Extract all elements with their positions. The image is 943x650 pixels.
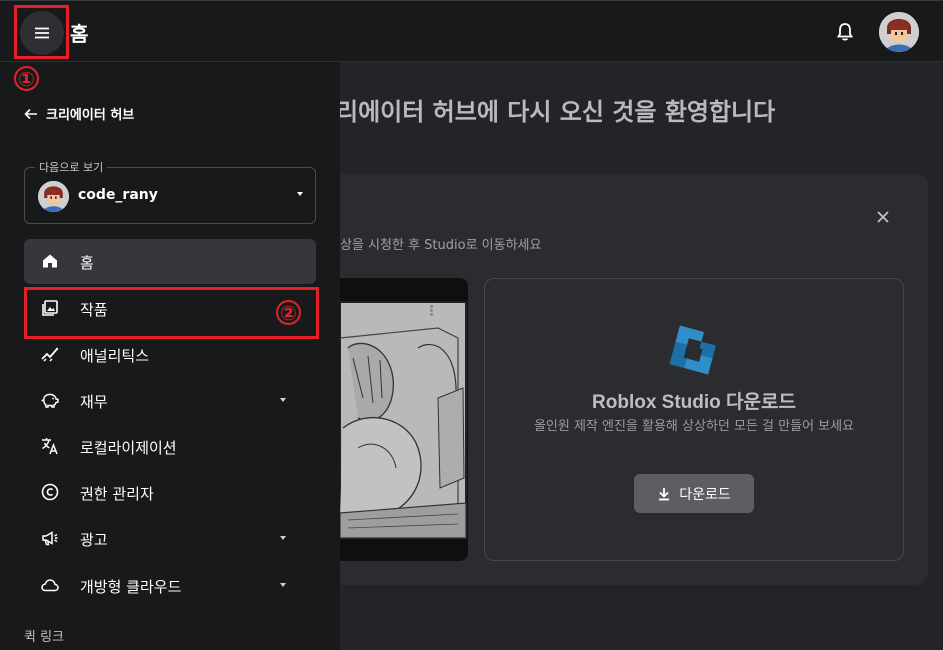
sidebar: 크리에이터 허브 다음으로 보기 code_rany 홈 작품 애널리틱스 재무… — [0, 62, 340, 650]
welcome-heading: 리에이터 허브에 다시 오신 것을 환영합니다 — [336, 98, 776, 126]
annotation-box-2 — [24, 287, 319, 339]
sidebar-item-label: 홈 — [80, 254, 94, 272]
download-title: Roblox Studio 다운로드 — [592, 392, 796, 413]
chevron-down-icon — [280, 398, 286, 402]
sidebar-item-label: 애널리틱스 — [80, 347, 150, 365]
download-description: 올인원 제작 엔진을 활용해 상상하던 모든 걸 만들어 보세요 — [533, 419, 855, 434]
sketch-illustration — [339, 301, 467, 539]
close-icon[interactable] — [874, 208, 892, 226]
view-as-avatar — [38, 181, 69, 212]
more-vertical-icon[interactable] — [428, 304, 434, 320]
home-icon — [43, 254, 57, 268]
cloud-icon — [41, 579, 59, 592]
chevron-down-icon — [297, 192, 303, 196]
sidebar-item-ads[interactable]: 광고 — [24, 516, 316, 561]
user-avatar[interactable] — [879, 12, 919, 52]
sidebar-item-label: 광고 — [80, 531, 108, 549]
annotation-box-1 — [14, 5, 69, 59]
view-as-username: code_rany — [78, 187, 158, 203]
studio-download-panel: Roblox Studio 다운로드 올인원 제작 엔진을 활용해 상상하던 모… — [484, 278, 904, 561]
download-icon — [659, 487, 670, 500]
back-to-creator-hub[interactable]: 크리에이터 허브 — [24, 104, 134, 123]
quick-links-heading: 퀵 링크 — [24, 630, 65, 645]
view-as-legend: 다음으로 보기 — [35, 159, 108, 175]
sidebar-item-label: 재무 — [80, 393, 108, 411]
megaphone-icon — [42, 531, 58, 546]
annotation-number-1: ① — [14, 66, 39, 91]
bell-icon[interactable] — [834, 21, 856, 43]
analytics-icon — [41, 347, 59, 362]
sidebar-item-rights-manager[interactable]: 권한 관리자 — [24, 470, 316, 515]
roblox-studio-logo — [669, 325, 716, 375]
back-link-label: 크리에이터 허브 — [46, 108, 135, 123]
avatar-image — [879, 12, 919, 52]
sidebar-item-label: 개방형 클라우드 — [80, 578, 182, 596]
copyright-icon — [41, 483, 59, 501]
tutorial-video-thumbnail[interactable] — [318, 278, 468, 561]
sidebar-item-home[interactable]: 홈 — [24, 239, 316, 284]
download-button-label: 다운로드 — [679, 486, 731, 503]
page-title: 홈 — [70, 22, 89, 46]
sidebar-item-localization[interactable]: 로컬라이제이션 — [24, 424, 316, 469]
annotation-number-2: ② — [276, 300, 301, 325]
download-button[interactable]: 다운로드 — [634, 474, 754, 513]
arrow-left-icon — [24, 108, 37, 119]
sidebar-item-label: 로컬라이제이션 — [80, 439, 177, 457]
card-subtitle: 상을 시청한 후 Studio로 이동하세요 — [340, 238, 542, 253]
sidebar-item-finance[interactable]: 재무 — [24, 378, 316, 423]
chevron-down-icon — [280, 536, 286, 540]
view-as-selector[interactable]: 다음으로 보기 code_rany — [24, 159, 316, 224]
top-bar: 홈 — [0, 0, 943, 62]
translate-icon — [42, 438, 58, 455]
sidebar-item-open-cloud[interactable]: 개방형 클라우드 — [24, 563, 316, 608]
chevron-down-icon — [280, 583, 286, 587]
piggy-bank-icon — [41, 393, 59, 408]
sidebar-item-label: 권한 관리자 — [80, 485, 154, 503]
